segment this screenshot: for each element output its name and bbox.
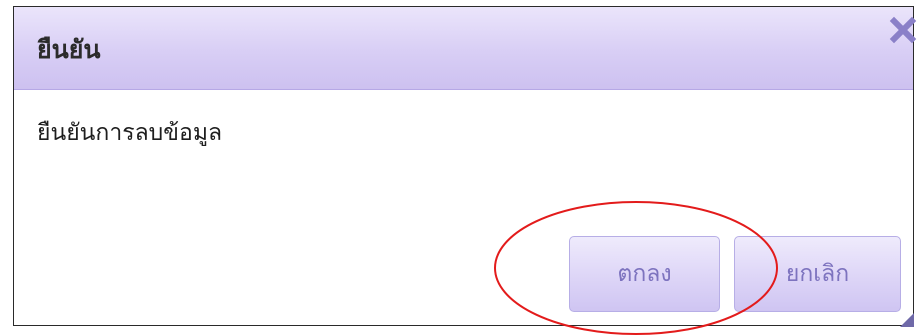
- dialog-titlebar[interactable]: ยืนยัน: [14, 7, 917, 90]
- ok-button[interactable]: ตกลง: [569, 236, 720, 312]
- cancel-button[interactable]: ยกเลิก: [734, 236, 901, 312]
- dialog-message: ยืนยันการลบข้อมูล: [37, 120, 223, 146]
- resize-grip-icon[interactable]: [900, 312, 914, 327]
- dialog-title: ยืนยัน: [37, 35, 101, 64]
- confirm-dialog: ยืนยัน ยืนยันการลบข้อมูล ตกลง ยกเลิก: [13, 6, 917, 327]
- close-icon[interactable]: [889, 16, 917, 44]
